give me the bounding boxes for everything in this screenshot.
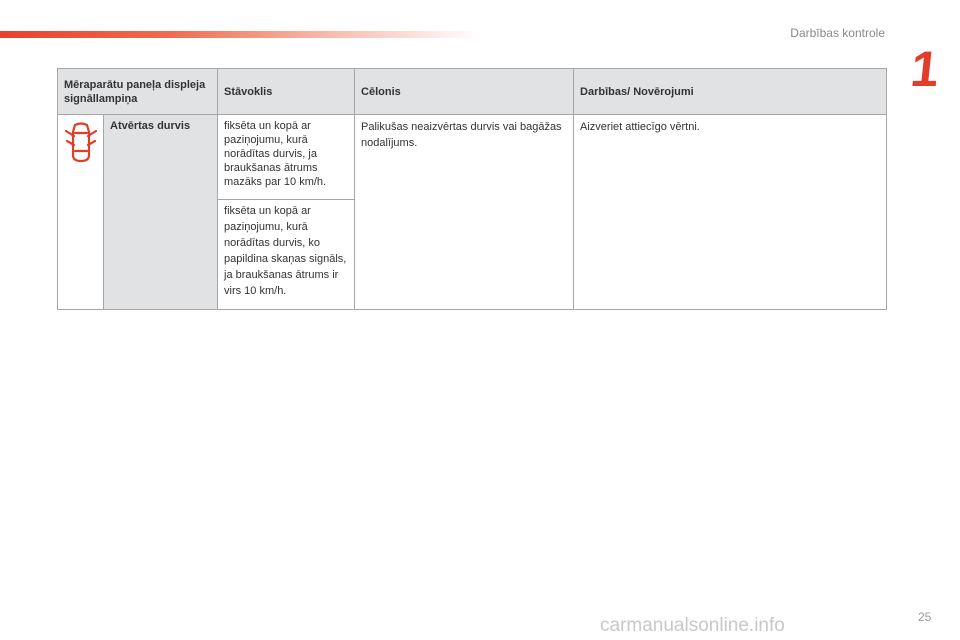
column-header-indicator: Mēraparātu paneļa displeja signāllampiņa: [56, 68, 219, 115]
page-number: 25: [918, 610, 932, 624]
column-header-cause: Cēlonis: [354, 68, 575, 115]
section-title: Darbības kontrole: [790, 26, 885, 40]
indicator-name: Atvērtas durvis: [102, 114, 219, 310]
warning-lights-table: Mēraparātu paneļa displeja signāllampiņa…: [56, 68, 888, 310]
action-description: Aizveriet attiecīgo vērtni.: [573, 114, 888, 310]
cause-description: Palikušas neaizvērtas durvis vai bagāžas…: [354, 114, 575, 310]
open-doors-car-icon: [64, 122, 97, 163]
header-accent-bar: [0, 31, 480, 38]
watermark: carmanualsonline.info: [600, 615, 785, 636]
column-header-action: Darbības/ Novērojumi: [573, 68, 888, 115]
state-description: fiksēta un kopā ar paziņojumu, kurā norā…: [217, 199, 356, 310]
chapter-number: 1: [908, 41, 942, 97]
column-header-state: Stāvoklis: [217, 68, 356, 115]
table-row: Atvērtas durvis fiksēta un kopā ar paziņ…: [57, 114, 888, 310]
indicator-icon-cell: [57, 114, 104, 310]
state-description: fiksēta un kopā ar paziņojumu, kurā norā…: [217, 114, 356, 200]
